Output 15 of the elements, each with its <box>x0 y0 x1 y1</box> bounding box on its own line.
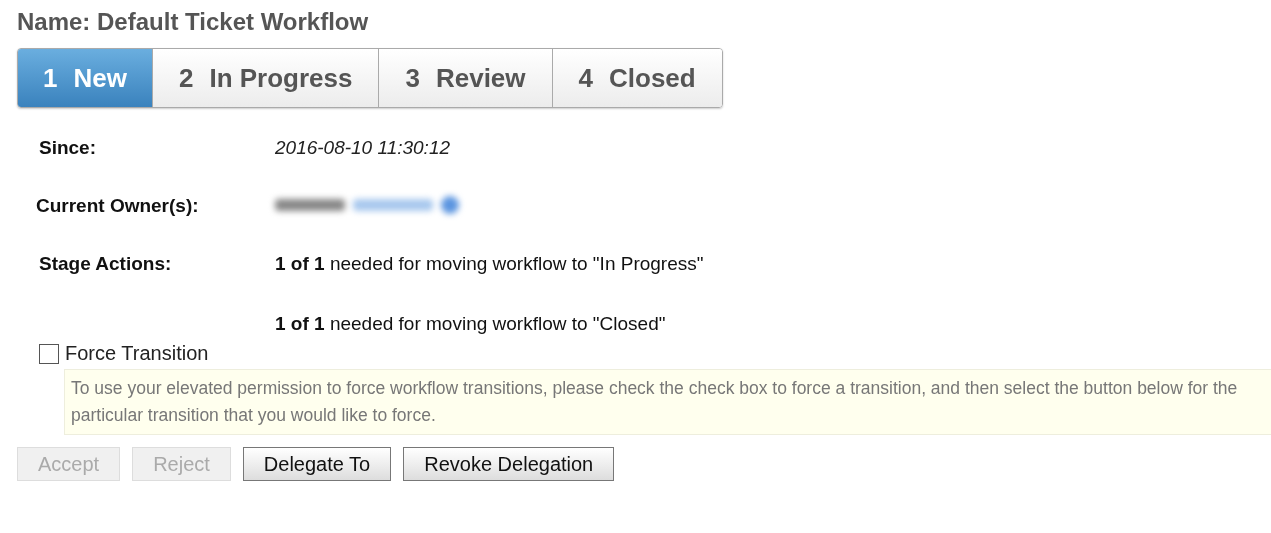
stage-tab[interactable]: 3 Review <box>379 49 553 107</box>
workflow-title: Name: Default Ticket Workflow <box>17 8 370 36</box>
since-value: 2016-08-10 11:30:12 <box>275 136 452 160</box>
stage-tab[interactable]: 4 Closed <box>552 49 722 107</box>
stage-action-text: 1 of 1 needed for moving workflow to "In Progress" <box>275 252 705 276</box>
stage-tab[interactable]: 2 In Progress <box>152 49 380 107</box>
action-button[interactable]: Revoke Delegation <box>403 447 615 481</box>
force-checkbox[interactable] <box>39 343 59 364</box>
stage-action-text: 1 of 1 needed for moving workflow to "Closed" <box>275 312 667 336</box>
field-label: Since: <box>39 136 98 160</box>
force-notice: To use your elevated permission to force workflow transitions, please check the check box to force a transition, and then select the button below for the particular transition that you would like to force. <box>64 369 1271 435</box>
field-label: Stage Actions: <box>39 252 173 276</box>
force-label: Force Transition <box>65 342 209 365</box>
action-button[interactable]: Delegate To <box>242 447 392 481</box>
field-label: Current Owner(s): <box>36 194 200 218</box>
